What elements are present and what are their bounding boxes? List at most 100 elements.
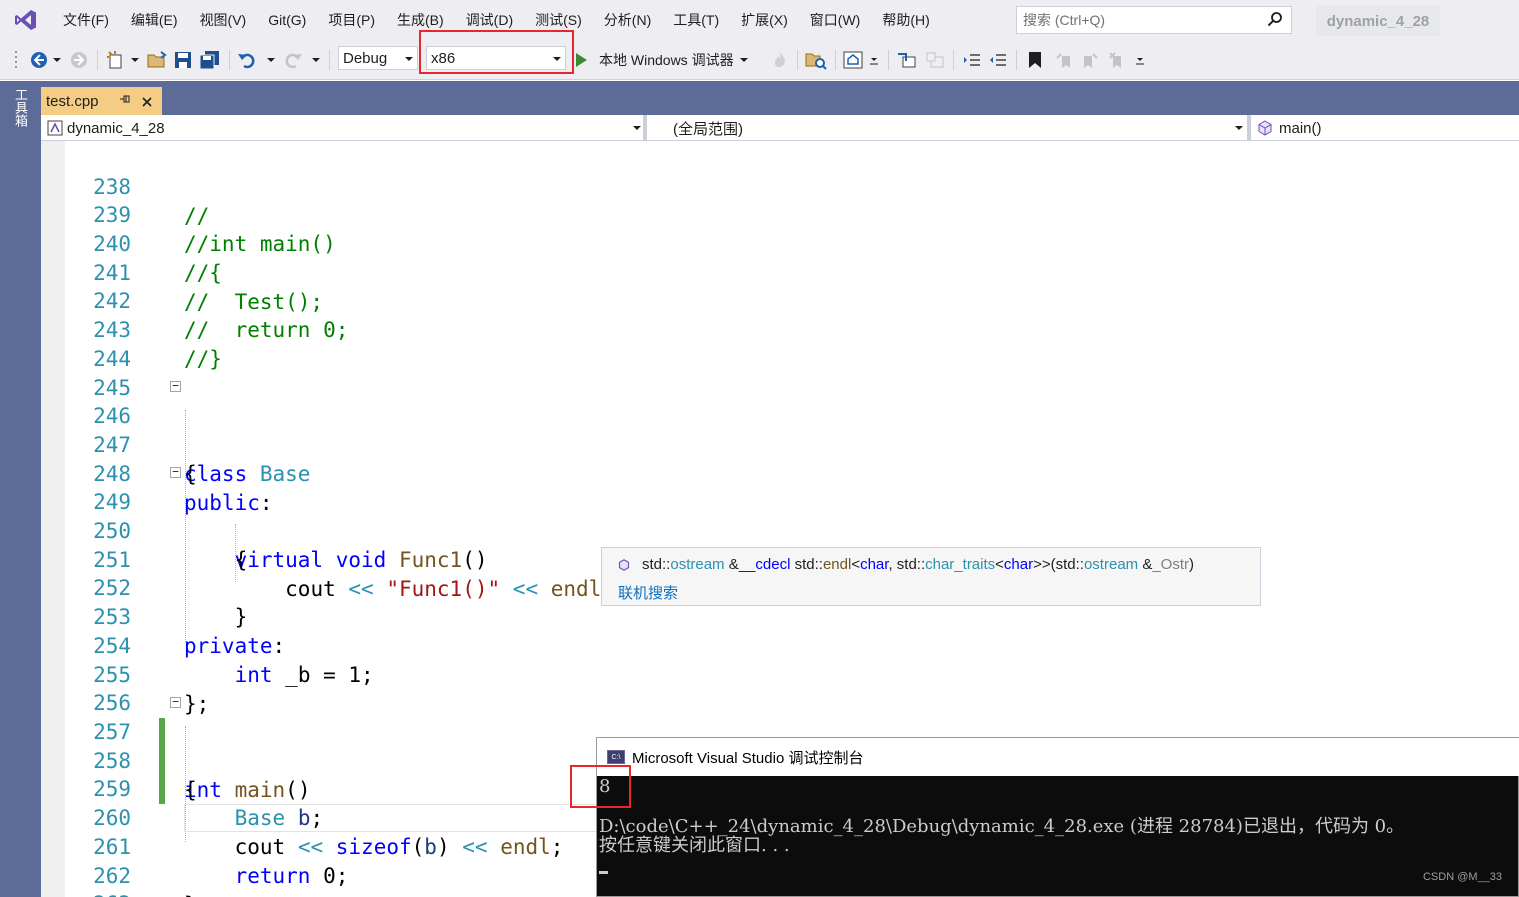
toolbar-separator: [797, 50, 798, 70]
comment-lines-icon[interactable]: [962, 48, 982, 72]
chevron-down-icon: [1235, 126, 1243, 130]
window-layout-icon[interactable]: [842, 48, 864, 72]
method-icon: [1258, 120, 1272, 136]
open-folder-icon[interactable]: [146, 48, 168, 72]
configuration-value: Debug: [343, 49, 388, 67]
function-signature: std::ostream &__cdecl std::endl<char, st…: [642, 556, 1195, 573]
chevron-down-icon: [739, 58, 748, 62]
member-dropdown[interactable]: main(): [1257, 117, 1457, 139]
console-title-bar[interactable]: C:\ Microsoft Visual Studio 调试控制台: [597, 738, 1519, 776]
menu-bar: 文件(F) 编辑(E) 视图(V) Git(G) 项目(P) 生成(B) 调试(…: [0, 0, 1519, 40]
find-in-files-icon[interactable]: [804, 48, 828, 72]
console-press-key-line: 按任意键关闭此窗口. . .: [599, 835, 790, 856]
console-app-icon: C:\: [607, 750, 625, 764]
navigate-back-icon[interactable]: [28, 48, 50, 72]
uncomment-lines-icon[interactable]: [988, 48, 1008, 72]
platform-highlight-annotation: [419, 30, 574, 74]
menu-git[interactable]: Git(G): [257, 0, 317, 40]
menu-file[interactable]: 文件(F): [52, 0, 120, 40]
menu-project[interactable]: 项目(P): [317, 0, 386, 40]
back-dropdown-chevron-icon[interactable]: [52, 48, 62, 72]
standard-toolbar: Debug x86 本地 Windows 调试器: [0, 30, 1519, 80]
code-line: 241 // Test();: [41, 230, 1519, 314]
collapse-toggle-icon[interactable]: −: [170, 380, 181, 392]
new-item-dropdown-chevron-icon[interactable]: [130, 48, 140, 72]
tab-test-cpp[interactable]: test.cpp: [41, 87, 162, 115]
menu-tools[interactable]: 工具(T): [662, 0, 730, 40]
chevron-down-icon: [633, 126, 641, 130]
online-search-link[interactable]: 联机搜索: [618, 582, 678, 603]
member-name: main(): [1279, 119, 1322, 137]
navigate-forward-icon[interactable]: [68, 48, 90, 72]
left-tool-window-strip: [0, 81, 41, 897]
debug-console-window[interactable]: C:\ Microsoft Visual Studio 调试控制台 8 D:\c…: [596, 737, 1519, 897]
collapse-toggle-icon[interactable]: −: [170, 696, 181, 708]
document-tab-strip: test.cpp: [41, 81, 1519, 115]
redo-icon[interactable]: [282, 48, 304, 72]
menu-view[interactable]: 视图(V): [189, 0, 258, 40]
menu-window[interactable]: 窗口(W): [799, 0, 872, 40]
cpp-project-icon: [47, 120, 63, 136]
menu-help[interactable]: 帮助(H): [871, 0, 940, 40]
menu-analyze[interactable]: 分析(N): [593, 0, 662, 40]
console-output[interactable]: 8 D:\code\C++_24\dynamic_4_28\Debug\dyna…: [597, 776, 1518, 896]
code-line: 243 //}: [41, 287, 1519, 371]
start-debugging-button[interactable]: 本地 Windows 调试器: [576, 48, 748, 72]
step-out-icon[interactable]: [924, 48, 946, 72]
bookmark-icon[interactable]: [1025, 48, 1045, 72]
collapse-toggle-icon[interactable]: −: [170, 466, 181, 478]
toolbar-separator: [97, 50, 98, 70]
undo-icon[interactable]: [236, 48, 258, 72]
nav-divider: [643, 115, 647, 141]
text-cursor: [599, 871, 608, 874]
code-line: 242 // return 0;: [41, 258, 1519, 342]
undo-dropdown-chevron-icon[interactable]: [266, 48, 276, 72]
scope-dropdown[interactable]: (全局范围): [673, 117, 1247, 139]
save-icon[interactable]: [172, 48, 194, 72]
toolbar-separator: [953, 50, 954, 70]
code-line: 256: [41, 660, 1519, 715]
console-title: Microsoft Visual Studio 调试控制台: [632, 749, 864, 767]
new-project-icon[interactable]: [104, 48, 128, 72]
next-bookmark-icon[interactable]: [1079, 48, 1101, 72]
console-exit-line: D:\code\C++_24\dynamic_4_28\Debug\dynami…: [599, 816, 1405, 837]
toolbar-separator: [1016, 50, 1017, 70]
toolbar-grip-icon[interactable]: [14, 48, 20, 72]
search-input[interactable]: 搜索 (Ctrl+Q): [1016, 6, 1292, 34]
layout-dropdown-chevron-icon[interactable]: [868, 48, 880, 72]
configuration-select[interactable]: Debug: [338, 46, 418, 70]
toolbar-separator: [329, 50, 330, 70]
output-highlight-annotation: [570, 765, 631, 808]
toolbar-separator: [229, 50, 230, 70]
redo-dropdown-chevron-icon[interactable]: [311, 48, 321, 72]
code-line: 238 //: [41, 144, 1519, 228]
code-line: 239 //int main(): [41, 172, 1519, 256]
project-dropdown[interactable]: dynamic_4_28: [47, 117, 643, 139]
toolbox-tab[interactable]: 工具箱: [10, 88, 30, 127]
visual-studio-logo-icon[interactable]: [0, 0, 52, 40]
nav-divider: [1247, 115, 1251, 141]
pin-icon[interactable]: [119, 93, 131, 108]
code-line: 247 {: [41, 402, 1519, 486]
menu-edit[interactable]: 编辑(E): [120, 0, 189, 40]
quick-info-tooltip: std::ostream &__cdecl std::endl<char, st…: [601, 547, 1261, 606]
navigation-bar: dynamic_4_28 (全局范围) main(): [41, 115, 1519, 141]
debugger-label: 本地 Windows 调试器: [599, 52, 734, 68]
function-icon: [618, 558, 630, 575]
search-icon: [1267, 11, 1283, 30]
watermark: CSDN @M__33: [1422, 871, 1502, 883]
code-line: 248 public:: [41, 431, 1519, 515]
close-icon[interactable]: [141, 90, 153, 113]
save-all-icon[interactable]: [198, 48, 222, 72]
clear-bookmarks-icon[interactable]: [1106, 48, 1128, 72]
toolbar-overflow-icon[interactable]: [1134, 48, 1146, 72]
play-icon: [576, 53, 587, 67]
code-line: 257 − int main(): [41, 689, 1519, 802]
previous-bookmark-icon[interactable]: [1053, 48, 1075, 72]
line-number: 263: [91, 890, 131, 897]
menu-extensions[interactable]: 扩展(X): [730, 0, 799, 40]
code-line: 240 //{: [41, 201, 1519, 285]
hot-reload-icon[interactable]: [770, 48, 790, 72]
step-into-icon[interactable]: [896, 48, 918, 72]
chevron-down-icon: [405, 57, 413, 61]
